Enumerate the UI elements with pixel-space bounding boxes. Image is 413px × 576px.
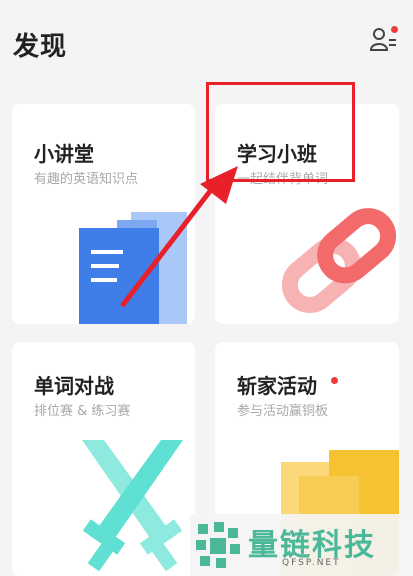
crossed-swords-icon <box>82 440 183 572</box>
highlight-box <box>206 82 355 182</box>
watermark: 量链科技 QFSP.NET <box>190 514 413 576</box>
chain-link-icon <box>281 208 397 313</box>
card-title: 单词对战 <box>34 374 114 398</box>
card-subtitle: 排位赛 & 练习赛 <box>34 404 131 419</box>
page-title: 发现 <box>13 32 68 62</box>
book-pages-icon <box>79 212 187 324</box>
card-word-battle[interactable]: 单词对战 排位赛 & 练习赛 <box>12 342 195 576</box>
card-subtitle: 有趣的英语知识点 <box>34 172 139 187</box>
badge-dot <box>331 377 338 384</box>
card-subtitle: 参与活动赢铜板 <box>237 404 329 419</box>
notification-dot <box>391 26 398 33</box>
card-lecture-hall[interactable]: 小讲堂 有趣的英语知识点 <box>12 104 195 324</box>
card-title: 斩家活动 <box>237 374 317 398</box>
card-title: 小讲堂 <box>34 142 94 166</box>
watermark-url: QFSP.NET <box>282 558 341 568</box>
watermark-logo-icon <box>196 522 240 568</box>
